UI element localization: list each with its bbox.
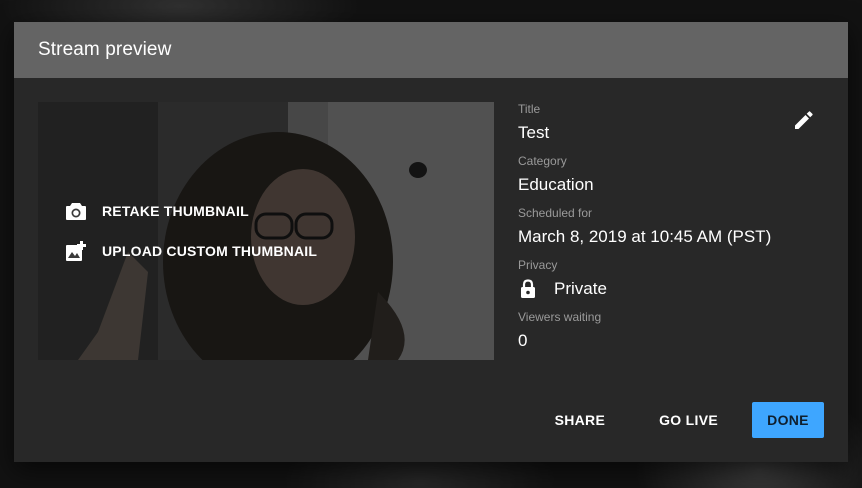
lock-icon	[518, 279, 538, 299]
thumbnail-dim-overlay	[38, 102, 494, 360]
stream-details: Title Test Category Education Scheduled …	[518, 102, 828, 352]
category-value: Education	[518, 175, 594, 194]
upload-custom-thumbnail-button[interactable]: UPLOAD CUSTOM THUMBNAIL	[64, 239, 317, 263]
upload-custom-thumbnail-label: UPLOAD CUSTOM THUMBNAIL	[102, 243, 318, 259]
category-label: Category	[518, 154, 567, 168]
edit-details-button[interactable]	[792, 110, 816, 134]
privacy-row: Private	[518, 278, 828, 300]
retake-thumbnail-button[interactable]: RETAKE THUMBNAIL	[64, 199, 249, 223]
pencil-icon	[794, 110, 814, 135]
category-field: Category Education	[518, 154, 828, 196]
scheduled-label: Scheduled for	[518, 206, 593, 220]
dialog-actions: SHARE GO LIVE DONE	[539, 402, 824, 438]
stream-preview-dialog: Stream preview RETAKE THUMBNAIL UPLOAD C…	[14, 22, 848, 462]
dialog-header: Stream preview	[14, 22, 848, 78]
share-button[interactable]: SHARE	[539, 402, 622, 438]
title-label: Title	[518, 102, 541, 116]
viewers-label: Viewers waiting	[518, 310, 602, 324]
viewers-value: 0	[518, 331, 528, 350]
privacy-field: Privacy Private	[518, 258, 828, 300]
title-value: Test	[518, 123, 550, 142]
go-live-button[interactable]: GO LIVE	[643, 402, 734, 438]
title-field: Title Test	[518, 102, 828, 144]
camera-icon	[64, 199, 88, 223]
stream-thumbnail: RETAKE THUMBNAIL UPLOAD CUSTOM THUMBNAIL	[38, 102, 494, 360]
privacy-value: Private	[554, 279, 607, 298]
viewers-field: Viewers waiting 0	[518, 310, 828, 352]
add-photo-icon	[64, 239, 88, 263]
scheduled-field: Scheduled for March 8, 2019 at 10:45 AM …	[518, 206, 828, 248]
privacy-label: Privacy	[518, 258, 558, 272]
retake-thumbnail-label: RETAKE THUMBNAIL	[102, 203, 249, 219]
done-button[interactable]: DONE	[752, 402, 824, 438]
dialog-title: Stream preview	[38, 39, 172, 60]
scheduled-value: March 8, 2019 at 10:45 AM (PST)	[518, 227, 772, 246]
